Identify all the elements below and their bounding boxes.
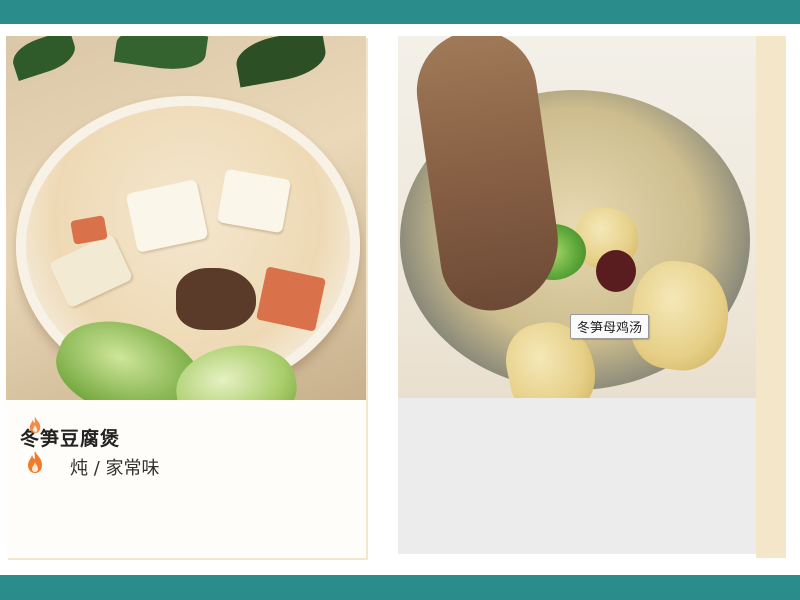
- red-date: [596, 250, 636, 292]
- recipe-photo-tofu-bamboo-stew[interactable]: [6, 36, 366, 400]
- soup-bowl: [16, 96, 360, 400]
- recipe-card-right[interactable]: 冬笋母鸡汤: [398, 36, 756, 554]
- garnish-leaf: [8, 36, 80, 82]
- flame-icon: [29, 416, 41, 434]
- tofu-piece: [125, 179, 209, 253]
- bok-choy: [171, 338, 301, 400]
- recipe-card-left[interactable]: [6, 36, 366, 558]
- garnish-leaf: [113, 36, 209, 75]
- bamboo-shoot-slice: [48, 233, 134, 309]
- top-bar: [0, 0, 800, 24]
- photo-tooltip: 冬笋母鸡汤: [570, 314, 650, 339]
- flame-icon: [28, 451, 42, 473]
- bottom-bar: [0, 575, 800, 600]
- mushroom: [176, 268, 256, 330]
- garnish-leaf: [232, 36, 330, 88]
- recipe-method-flavor: 炖 / 家常味: [70, 458, 160, 479]
- carrot-slice: [256, 266, 326, 332]
- recipe-photo-chicken-soup[interactable]: 冬笋母鸡汤: [398, 36, 756, 398]
- next-card-edge: [756, 36, 786, 558]
- card-info-panel: [398, 398, 756, 554]
- tofu-piece: [216, 168, 292, 234]
